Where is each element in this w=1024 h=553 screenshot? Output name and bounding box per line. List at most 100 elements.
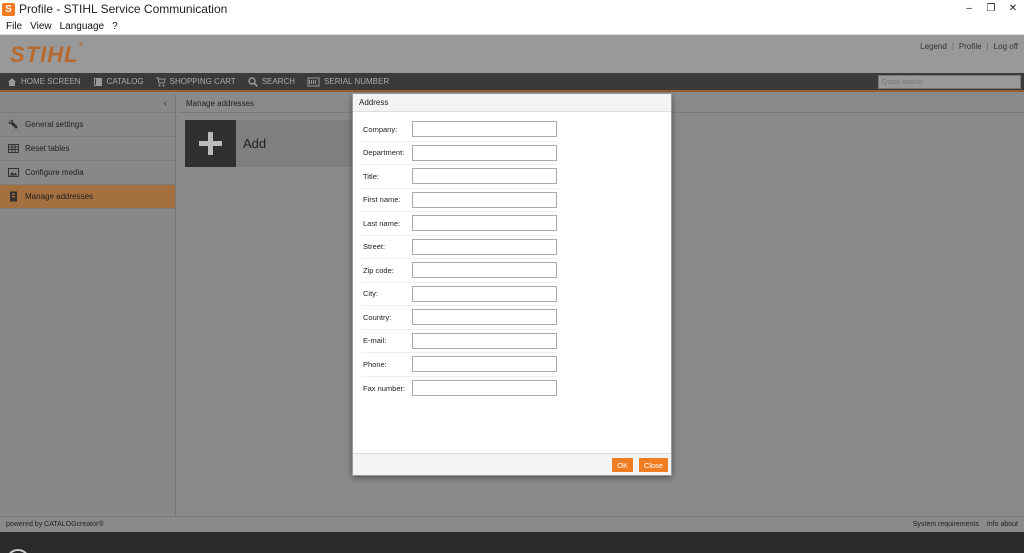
menu-help[interactable]: ? (112, 21, 118, 32)
sidebar-item-label: Reset tables (25, 144, 70, 153)
add-label: Add (243, 136, 267, 151)
nav-bar: HOME SCREEN CATALOG SHOPPING CART SEARCH… (0, 73, 1024, 92)
powered-by-text: powered by CATALOGcreator® (6, 521, 104, 528)
add-address-button[interactable]: Add (185, 120, 360, 167)
ok-button[interactable]: OK (612, 458, 633, 472)
form-row-company: Company: (361, 118, 557, 142)
quick-search-input[interactable] (878, 75, 1021, 89)
book-icon (93, 77, 102, 86)
address-dialog: Address Company: Department: Title: Firs… (352, 93, 672, 476)
window-controls: – ❐ ✕ (958, 0, 1024, 18)
search-icon (248, 76, 258, 87)
form-row-email: E-mail: (361, 330, 557, 353)
menu-language[interactable]: Language (60, 21, 105, 32)
address-form: Company: Department: Title: First name: … (361, 118, 557, 400)
plus-icon (185, 120, 236, 167)
company-field[interactable] (411, 121, 557, 138)
header: STIHL® Legend | Profile | Log off (0, 35, 1024, 73)
logo-registered-mark: ® (78, 42, 84, 48)
last-name-label: Last name: (363, 218, 401, 228)
department-label: Department: (363, 148, 405, 158)
dialog-footer: OK Close (353, 453, 671, 475)
form-row-phone: Phone: (361, 353, 557, 377)
nav-home-screen[interactable]: HOME SCREEN (7, 77, 81, 87)
nav-catalog[interactable]: CATALOG (93, 77, 144, 87)
street-label: Street: (363, 242, 386, 252)
close-button[interactable]: Close (638, 458, 668, 472)
form-row-title: Title: (361, 165, 557, 189)
first-name-label: First name: (363, 195, 401, 205)
form-row-zip-code: Zip code: (361, 259, 557, 283)
nav-serial-number-label: SERIAL NUMBER (324, 77, 390, 86)
company-label: Company: (363, 124, 398, 134)
chevron-left-icon: ‹ (163, 98, 167, 109)
legend-link[interactable]: Legend (920, 42, 947, 51)
serial-number-icon (307, 77, 320, 86)
menu-bar: File View Language ? (0, 18, 1024, 35)
stihl-logo[interactable]: STIHL® (10, 42, 84, 68)
sidebar-item-label: Manage addresses (25, 192, 94, 201)
close-window-button[interactable]: ✕ (1002, 0, 1024, 18)
app-icon: S (2, 2, 15, 16)
menu-view[interactable]: View (30, 21, 52, 32)
sidebar: ‹ General settings Reset tables Configur… (0, 94, 176, 515)
nav-shopping-cart[interactable]: SHOPPING CART (155, 77, 236, 87)
window-title: Profile - STIHL Service Communication (19, 2, 228, 16)
restore-button[interactable]: ❐ (980, 0, 1002, 18)
menu-file[interactable]: File (6, 21, 22, 32)
zip-code-field[interactable] (411, 262, 557, 279)
taskbar (0, 532, 1024, 553)
form-row-department: Department: (361, 142, 557, 165)
last-name-field[interactable] (411, 215, 557, 232)
table-icon (8, 144, 19, 153)
sidebar-item-label: General settings (25, 120, 84, 129)
country-label: Country: (363, 312, 392, 322)
profile-link[interactable]: Profile (959, 42, 982, 51)
phone-field[interactable] (411, 356, 557, 373)
email-field[interactable] (411, 332, 557, 349)
sidebar-collapse-button[interactable]: ‹ (0, 94, 175, 113)
start-button-icon[interactable] (6, 549, 30, 553)
form-row-country: Country: (361, 306, 557, 330)
system-requirements-link[interactable]: System requirements (913, 521, 979, 528)
form-row-fax-number: Fax number: (361, 377, 557, 401)
sidebar-item-label: Configure media (25, 168, 84, 177)
fax-number-field[interactable] (411, 380, 557, 397)
form-row-city: City: (361, 283, 557, 306)
sidebar-item-configure-media[interactable]: Configure media (0, 161, 175, 185)
first-name-field[interactable] (411, 191, 557, 208)
logo-text: STIHL (10, 42, 79, 67)
dialog-title: Address (353, 94, 671, 112)
form-row-street: Street: (361, 236, 557, 259)
email-label: E-mail: (363, 336, 387, 346)
department-field[interactable] (411, 144, 557, 161)
nav-serial-number[interactable]: SERIAL NUMBER (307, 77, 389, 87)
street-field[interactable] (411, 238, 557, 255)
image-icon (8, 168, 19, 177)
log-off-link[interactable]: Log off (994, 42, 1018, 51)
cart-icon (155, 77, 166, 86)
form-row-last-name: Last name: (361, 212, 557, 236)
city-field[interactable] (411, 285, 557, 302)
footer-links: System requirements Info about (905, 521, 1018, 528)
minimize-button[interactable]: – (958, 0, 980, 18)
title-bar: S Profile - STIHL Service Communication … (0, 0, 1024, 18)
sidebar-item-general-settings[interactable]: General settings (0, 113, 175, 137)
home-icon (8, 77, 16, 86)
sidebar-item-manage-addresses[interactable]: Manage addresses (0, 185, 175, 209)
sidebar-item-reset-tables[interactable]: Reset tables (0, 137, 175, 161)
separator: | (986, 42, 989, 51)
title-field[interactable] (411, 168, 557, 185)
separator: | (951, 42, 954, 51)
city-label: City: (363, 289, 378, 299)
nav-search[interactable]: SEARCH (248, 76, 295, 87)
wrench-icon (8, 119, 18, 129)
title-label: Title: (363, 171, 379, 181)
address-book-icon (10, 191, 17, 202)
form-row-first-name: First name: (361, 189, 557, 212)
nav-catalog-label: CATALOG (106, 77, 144, 86)
header-links: Legend | Profile | Log off (915, 42, 1018, 51)
country-field[interactable] (411, 309, 557, 326)
nav-shopping-cart-label: SHOPPING CART (169, 77, 236, 86)
info-about-link[interactable]: Info about (987, 521, 1018, 528)
